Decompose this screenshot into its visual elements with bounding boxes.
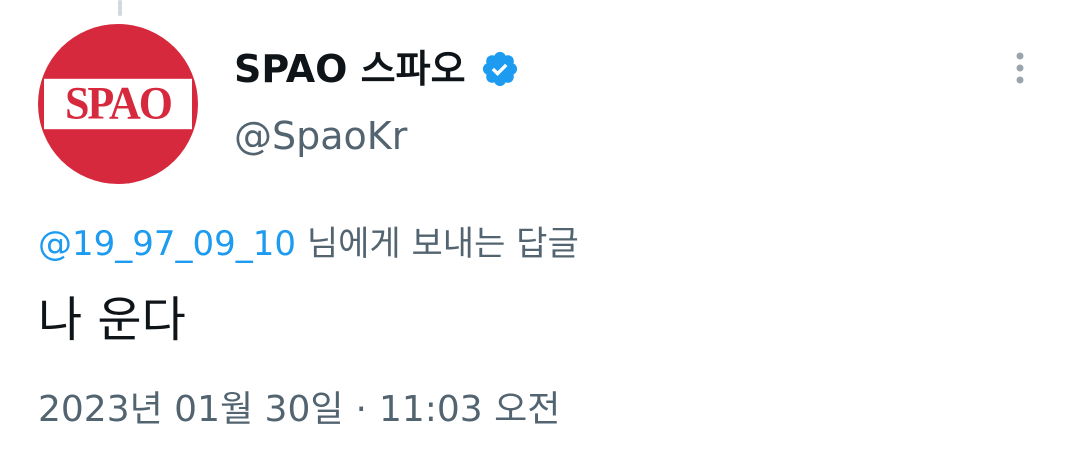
reply-mention-link[interactable]: @19_97_09_10 — [38, 224, 296, 264]
tweet-text: 나 운다 — [38, 292, 186, 348]
thread-connector-line — [118, 0, 122, 16]
profile-name-row: SPAO 스파오 — [234, 42, 520, 96]
timestamp-separator: · — [355, 389, 367, 430]
spao-logo: SPAO — [44, 78, 192, 130]
reply-context: @19_97_09_10 님에게 보내는 답글 — [38, 224, 579, 264]
tweet-time: 11:03 오전 — [378, 389, 561, 430]
tweet-timestamp[interactable]: 2023년 01월 30일 · 11:03 오전 — [38, 390, 560, 430]
reply-suffix: 님에게 보내는 답글 — [296, 224, 579, 264]
verified-badge-icon — [480, 49, 520, 89]
user-handle[interactable]: @SpaoKr — [234, 115, 407, 158]
more-options-button[interactable] — [1000, 48, 1040, 92]
tweet-date: 2023년 01월 30일 — [38, 389, 344, 430]
avatar[interactable]: SPAO — [38, 24, 198, 184]
more-vertical-icon — [1014, 48, 1026, 92]
display-name[interactable]: SPAO 스파오 — [234, 50, 466, 88]
